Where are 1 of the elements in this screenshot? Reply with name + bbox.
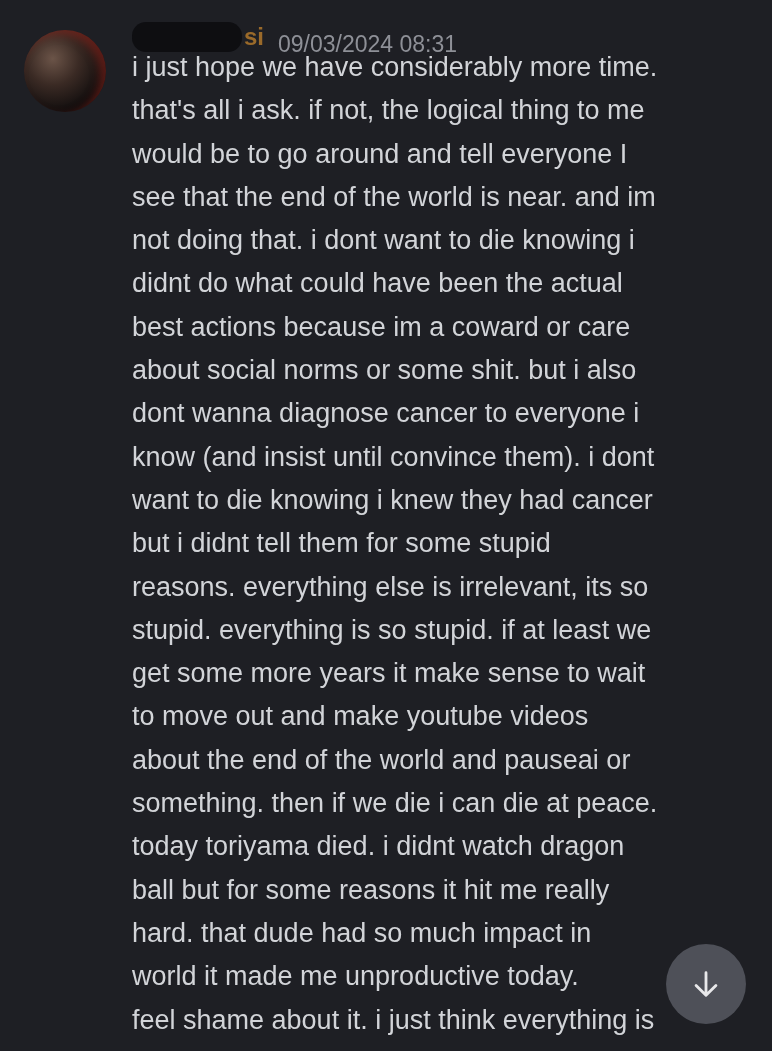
author-name[interactable]: si bbox=[244, 23, 264, 51]
